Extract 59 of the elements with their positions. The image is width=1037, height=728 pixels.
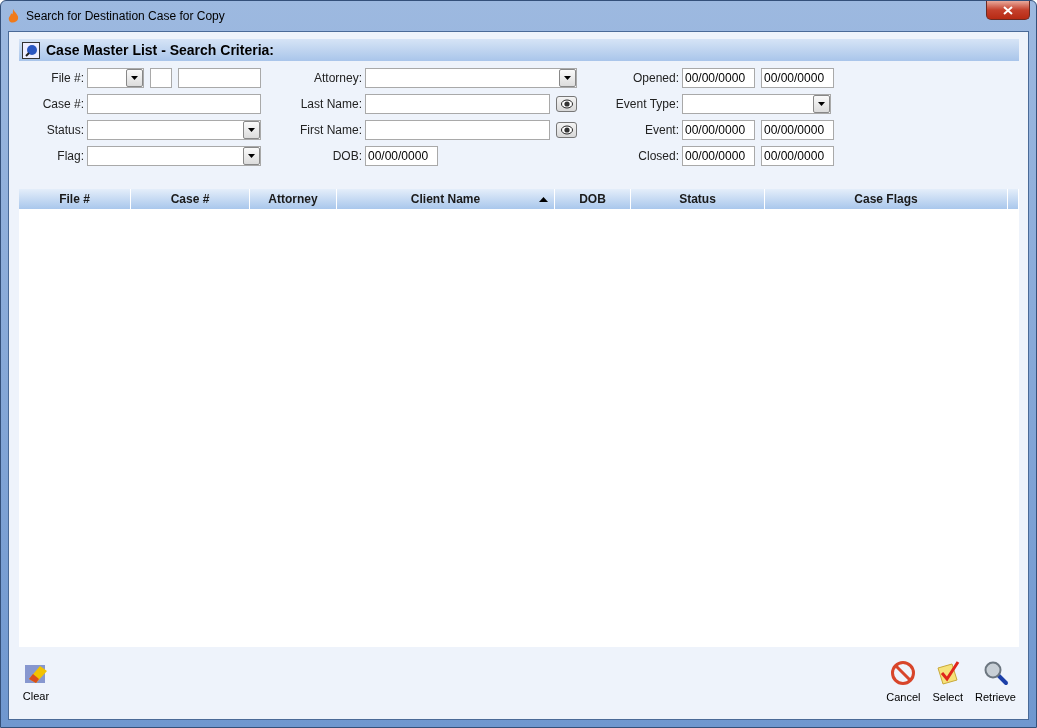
field-label: Opened:	[632, 71, 680, 85]
dropdown[interactable]	[682, 94, 831, 114]
dropdown[interactable]	[365, 68, 577, 88]
input-field[interactable]	[365, 94, 550, 114]
dropdown[interactable]	[87, 146, 261, 166]
globe-icon	[22, 41, 40, 59]
panel-title: Case Master List - Search Criteria:	[46, 42, 274, 58]
column-header[interactable]: Case Flags	[765, 189, 1008, 209]
retrieve-button[interactable]: Retrieve	[972, 655, 1019, 707]
lookup-button[interactable]	[556, 96, 577, 112]
close-icon	[1003, 5, 1013, 15]
field-label: DOB:	[332, 149, 363, 163]
date-field[interactable]: 00/00/0000	[761, 120, 834, 140]
date-field[interactable]: 00/00/0000	[682, 68, 755, 88]
close-button[interactable]	[986, 1, 1030, 20]
file-type-dropdown[interactable]	[87, 68, 144, 88]
file-prefix-field[interactable]	[150, 68, 172, 88]
eye-icon	[560, 125, 573, 135]
column-header[interactable]: Attorney	[250, 189, 337, 209]
input-field[interactable]	[87, 94, 261, 114]
field-label: Case #:	[42, 97, 85, 111]
field-label: Event Type:	[615, 97, 680, 111]
caret-icon	[248, 128, 255, 132]
cancel-button[interactable]: Cancel	[883, 655, 924, 707]
column-header[interactable]: DOB	[555, 189, 631, 209]
window-title: Search for Destination Case for Copy	[26, 9, 225, 23]
dropdown[interactable]	[87, 120, 261, 140]
date-field[interactable]: 00/00/0000	[761, 146, 834, 166]
input-field[interactable]	[365, 120, 550, 140]
field-label: Flag:	[57, 149, 85, 163]
date-field[interactable]: 00/00/0000	[365, 146, 438, 166]
field-label: Event:	[644, 123, 680, 137]
field-label: File #:	[51, 71, 85, 85]
field-label: Closed:	[638, 149, 680, 163]
field-label: First Name:	[300, 123, 363, 137]
field-label: Last Name:	[300, 97, 363, 111]
sort-ascending-icon	[539, 197, 548, 202]
date-field[interactable]: 00/00/0000	[682, 146, 755, 166]
field-label: Attorney:	[313, 71, 363, 85]
eye-icon	[560, 99, 573, 109]
caret-icon	[248, 154, 255, 158]
column-header[interactable]: File #	[19, 189, 131, 209]
file-number-field[interactable]	[178, 68, 261, 88]
caret-icon	[818, 102, 825, 106]
clear-button[interactable]: Clear	[19, 656, 53, 706]
date-field[interactable]: 00/00/0000	[682, 120, 755, 140]
flame-icon	[8, 8, 19, 24]
column-header[interactable]: Client Name	[337, 189, 555, 209]
date-field[interactable]: 00/00/0000	[761, 68, 834, 88]
select-button[interactable]: Select	[929, 655, 967, 707]
column-header[interactable]: Case #	[131, 189, 250, 209]
magnifier-icon	[982, 659, 1009, 686]
caret-icon	[131, 76, 138, 80]
prohibited-icon	[890, 659, 917, 686]
column-header[interactable]: Status	[631, 189, 765, 209]
lookup-button[interactable]	[556, 122, 577, 138]
field-label: Status:	[46, 123, 85, 137]
caret-icon	[564, 76, 571, 80]
checkmark-icon	[934, 659, 961, 686]
